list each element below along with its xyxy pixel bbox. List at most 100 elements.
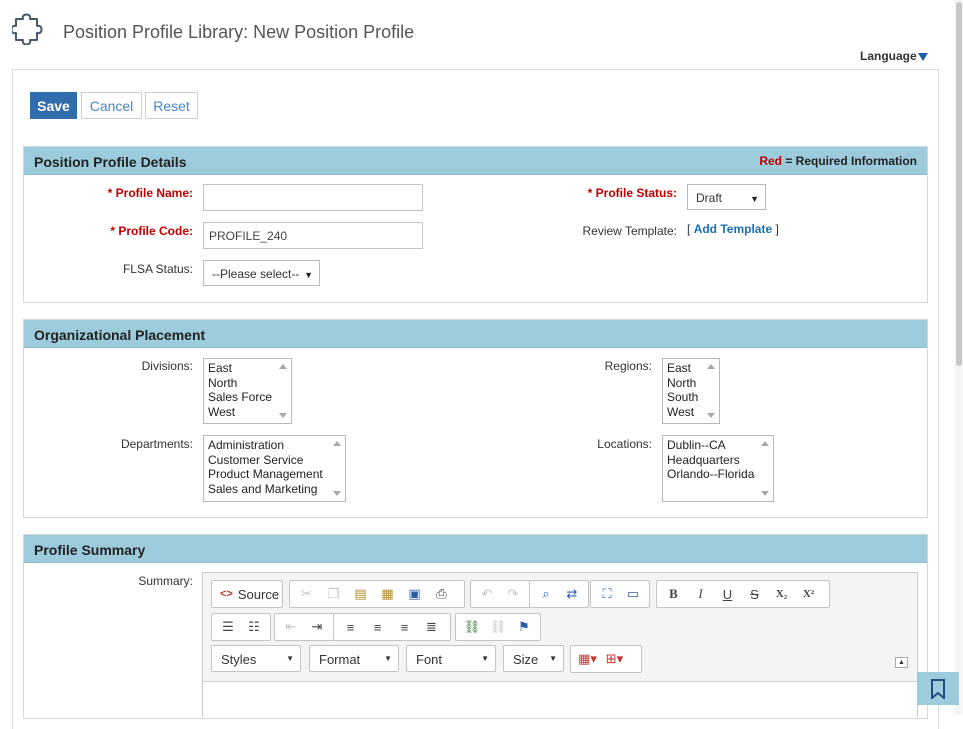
flsa-status-select[interactable]: --Please select-- ▼ — [203, 260, 320, 286]
rich-text-editor: <> Source ✂ ❐ ▤ ▦ ▣ ⎙ ↶ ↷ ⌕ ⇄ ⛶ ▭ B I U S… — [202, 572, 918, 718]
listbox-scrollbar[interactable] — [703, 359, 719, 423]
format-dropdown[interactable]: Format ▼ — [309, 645, 399, 672]
list-item[interactable]: Customer Service — [208, 453, 345, 468]
maximize-icon[interactable]: ⛶ — [594, 583, 620, 605]
summary-label: Summary: — [138, 574, 193, 588]
align-left-icon[interactable]: ≡ — [337, 616, 364, 638]
scroll-up-icon[interactable] — [333, 441, 341, 446]
color-table-group: ▦▾ ⊞▾ — [570, 645, 642, 673]
collapse-toolbar-icon[interactable]: ▲ — [895, 657, 908, 668]
listbox-scrollbar[interactable] — [329, 436, 345, 501]
listbox-scrollbar[interactable] — [275, 359, 291, 423]
reset-button[interactable]: Reset — [145, 92, 198, 119]
print-icon[interactable]: ⎙ — [428, 583, 455, 605]
org-placement-panel: Organizational Placement — [23, 319, 928, 518]
chevron-down-icon: ▼ — [481, 654, 489, 663]
superscript-button[interactable]: X² — [795, 583, 822, 605]
scroll-down-icon[interactable] — [707, 413, 715, 418]
list-item[interactable]: Product Management — [208, 467, 345, 482]
cut-icon[interactable]: ✂ — [293, 583, 320, 605]
cancel-button[interactable]: Cancel — [81, 92, 142, 119]
puzzle-icon — [12, 13, 43, 45]
styles-dropdown[interactable]: Styles ▼ — [211, 645, 301, 672]
chevron-down-icon: ▼ — [750, 194, 759, 204]
paste-word-icon[interactable]: ▣ — [401, 583, 428, 605]
align-group: ≡ ≡ ≡ ≣ — [333, 613, 451, 641]
align-right-icon[interactable]: ≡ — [391, 616, 418, 638]
subscript-button[interactable]: X₂ — [768, 583, 795, 605]
justify-icon[interactable]: ≣ — [418, 616, 445, 638]
bulleted-list-icon[interactable]: ☷ — [241, 616, 267, 638]
bookmark-icon — [931, 678, 945, 699]
scrollbar-thumb[interactable] — [956, 2, 962, 366]
departments-listbox[interactable]: Administration Customer Service Product … — [203, 435, 346, 502]
divisions-listbox[interactable]: East North Sales Force West — [203, 358, 292, 424]
bracket-open: [ — [687, 222, 691, 236]
strikethrough-button[interactable]: S — [741, 583, 768, 605]
source-button[interactable]: <> Source — [215, 587, 284, 602]
scroll-down-icon[interactable] — [279, 413, 287, 418]
bookmark-button[interactable] — [917, 672, 959, 705]
image-icon[interactable]: ▭ — [620, 583, 646, 605]
review-template-control: [ Add Template ] — [687, 222, 779, 236]
text-color-icon[interactable]: ▦▾ — [574, 648, 601, 670]
copy-icon[interactable]: ❐ — [320, 583, 347, 605]
scroll-up-icon[interactable] — [761, 441, 769, 446]
required-red-label: Red — [759, 154, 782, 168]
regions-label: Regions: — [604, 359, 652, 373]
source-label: Source — [237, 586, 280, 602]
redo-icon[interactable]: ↷ — [500, 583, 526, 605]
scroll-down-icon[interactable] — [333, 491, 341, 496]
align-center-icon[interactable]: ≡ — [364, 616, 391, 638]
clipboard-group: ✂ ❐ ▤ ▦ ▣ ⎙ — [289, 580, 465, 608]
indent-icon[interactable]: ⇥ — [304, 616, 330, 638]
numbered-list-icon[interactable]: ☰ — [215, 616, 241, 638]
divisions-label: Divisions: — [141, 359, 193, 373]
regions-listbox[interactable]: East North South West — [662, 358, 720, 424]
scroll-up-icon[interactable] — [707, 364, 715, 369]
scroll-up-icon[interactable] — [279, 364, 287, 369]
bracket-close: ] — [775, 222, 779, 236]
replace-icon[interactable]: ⇄ — [559, 583, 585, 605]
review-template-label: Review Template: — [582, 224, 678, 238]
profile-name-label: * Profile Name: — [107, 186, 193, 200]
size-dropdown[interactable]: Size ▼ — [503, 645, 564, 672]
anchor-flag-icon[interactable]: ⚑ — [511, 616, 537, 638]
unlink-icon[interactable]: ⛓ — [485, 616, 511, 638]
bold-button[interactable]: B — [660, 583, 687, 605]
paste-text-icon[interactable]: ▦ — [374, 583, 401, 605]
underline-button[interactable]: U — [714, 583, 741, 605]
profile-status-label: * Profile Status: — [587, 186, 677, 200]
scroll-down-icon[interactable] — [761, 491, 769, 496]
indent-group: ⇤ ⇥ — [274, 613, 334, 641]
profile-code-input[interactable] — [203, 222, 423, 249]
undo-group: ↶ ↷ — [470, 580, 530, 608]
profile-name-input[interactable] — [203, 184, 423, 211]
summary-editor-area[interactable] — [203, 681, 917, 718]
font-dropdown[interactable]: Font ▼ — [406, 645, 496, 672]
format-label: Format — [319, 652, 361, 667]
italic-button[interactable]: I — [687, 583, 714, 605]
profile-status-select[interactable]: Draft ▼ — [687, 184, 766, 210]
panel-title: Organizational Placement — [34, 327, 206, 343]
panel-title: Position Profile Details — [34, 154, 187, 170]
caret-down-icon[interactable] — [918, 53, 928, 61]
add-template-link[interactable]: Add Template — [694, 222, 772, 236]
page-scrollbar[interactable] — [955, 0, 963, 714]
locations-listbox[interactable]: Dublin--CA Headquarters Orlando--Florida — [662, 435, 774, 502]
link-icon[interactable]: ⛓ — [459, 616, 485, 638]
source-group: <> Source — [211, 580, 283, 608]
paste-icon[interactable]: ▤ — [347, 583, 374, 605]
find-icon[interactable]: ⌕ — [533, 583, 559, 605]
flsa-status-label: FLSA Status: — [122, 262, 193, 276]
listbox-scrollbar[interactable] — [757, 436, 773, 501]
panel-title: Profile Summary — [34, 542, 146, 558]
table-icon[interactable]: ⊞▾ — [601, 648, 628, 670]
undo-icon[interactable]: ↶ — [474, 583, 500, 605]
required-note: Red = Required Information — [759, 154, 917, 168]
language-menu[interactable]: Language — [860, 49, 917, 63]
list-item[interactable]: Administration — [208, 438, 345, 453]
save-button[interactable]: Save — [30, 92, 77, 119]
outdent-icon[interactable]: ⇤ — [278, 616, 304, 638]
list-item[interactable]: Sales and Marketing — [208, 482, 345, 497]
